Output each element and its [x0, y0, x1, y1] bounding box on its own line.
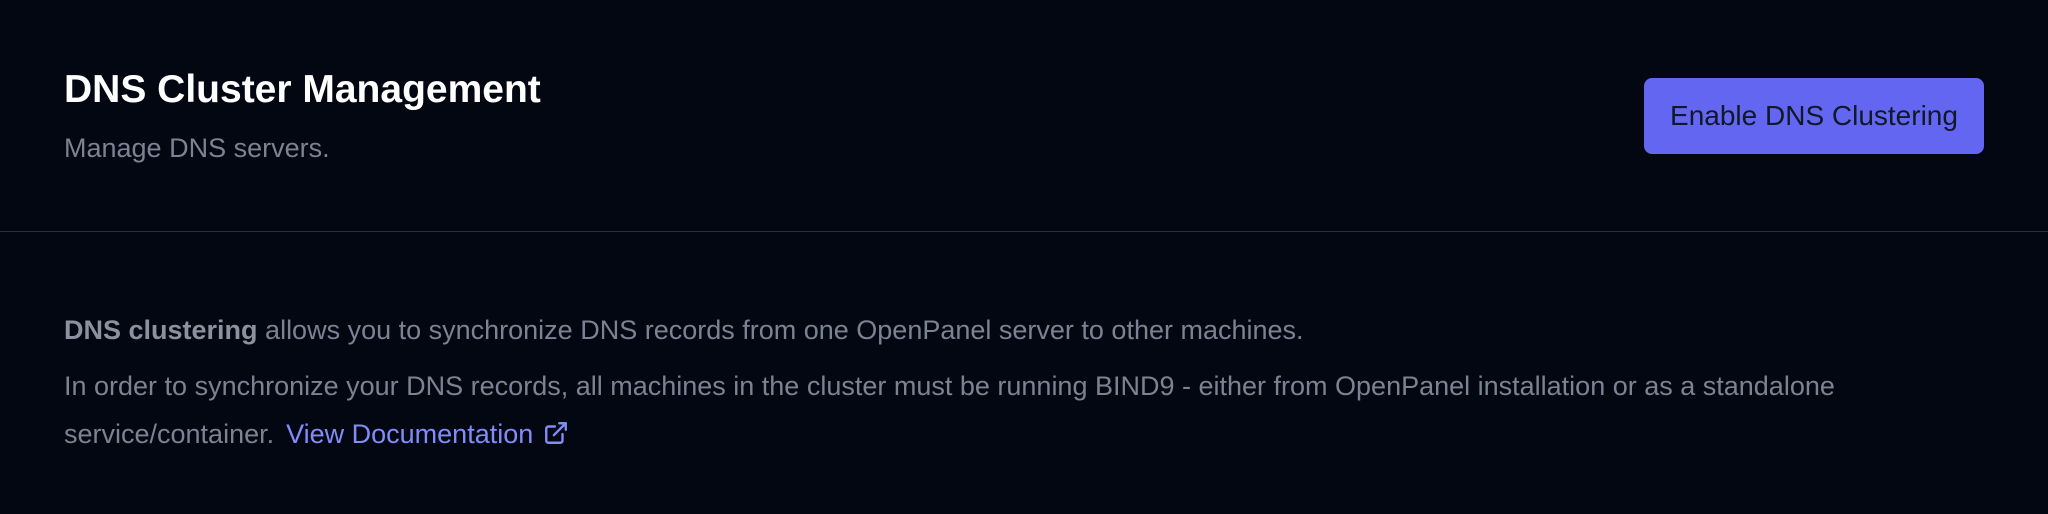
- view-documentation-link[interactable]: View Documentation: [286, 419, 569, 449]
- description-intro: DNS clustering allows you to synchronize…: [64, 306, 1964, 354]
- description-section: DNS clustering allows you to synchronize…: [64, 306, 1964, 458]
- description-intro-rest: allows you to synchronize DNS records fr…: [257, 315, 1304, 345]
- dns-clustering-term: DNS clustering: [64, 315, 258, 345]
- dns-cluster-page: DNS Cluster Management Manage DNS server…: [0, 0, 2048, 514]
- page-header: DNS Cluster Management Manage DNS server…: [0, 0, 2048, 232]
- external-link-icon: [545, 422, 568, 444]
- description-requirement: In order to synchronize your DNS records…: [64, 362, 1964, 458]
- page-subtitle: Manage DNS servers.: [64, 133, 330, 163]
- enable-dns-clustering-button[interactable]: Enable DNS Clustering: [1644, 78, 1984, 154]
- view-documentation-label: View Documentation: [286, 419, 534, 449]
- page-title: DNS Cluster Management: [64, 68, 541, 111]
